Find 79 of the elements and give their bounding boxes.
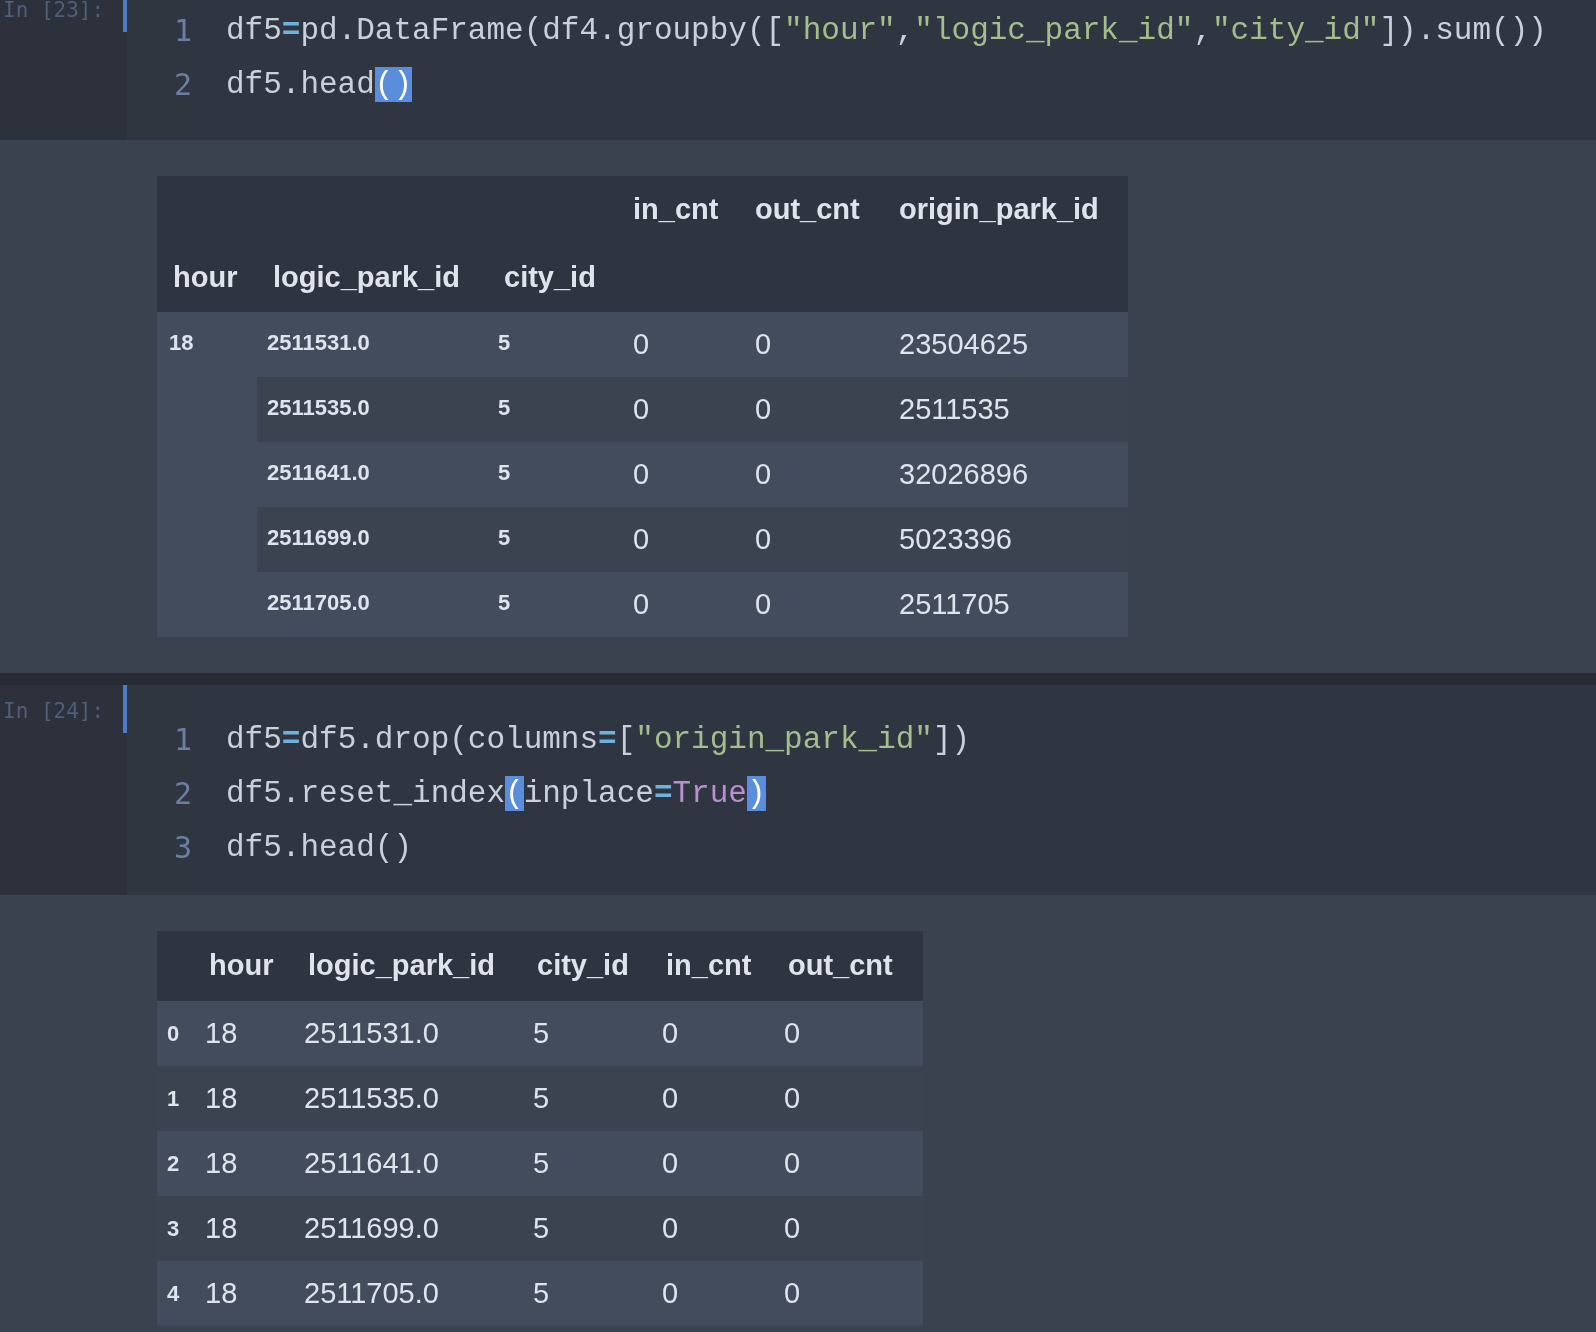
table-cell: 0 [617, 572, 739, 637]
index-cell: 2511535.0 [257, 377, 488, 442]
table-cell: 23504625 [883, 312, 1128, 377]
cell-prompt: In [24]: [2, 699, 105, 725]
index-cell: 3 [157, 1196, 197, 1261]
table-cell: 0 [739, 312, 883, 377]
table-cell: 0 [617, 312, 739, 377]
table-cell: 0 [776, 1196, 923, 1261]
table-cell: 32026896 [883, 442, 1128, 507]
column-header: city_id [525, 931, 654, 1001]
column-header: out_cnt [776, 931, 923, 1001]
cell-prompt: In [23]: [2, 0, 105, 24]
table-cell: 0 [617, 507, 739, 572]
line-number: 1 [173, 721, 192, 759]
table-cell: 2511699.0 [296, 1196, 525, 1261]
index-header: logic_park_id [257, 244, 488, 312]
table-cell: 0 [776, 1066, 923, 1131]
table-cell: 0 [617, 377, 739, 442]
column-header: logic_park_id [296, 931, 525, 1001]
index-cell: 5 [488, 507, 617, 572]
column-header: in_cnt [617, 176, 739, 244]
table-cell: 0 [739, 572, 883, 637]
column-header: hour [197, 931, 296, 1001]
index-cell: 5 [488, 377, 617, 442]
table-cell: 2511531.0 [296, 1001, 525, 1066]
line-number: 1 [173, 12, 192, 50]
index-cell: 2511641.0 [257, 442, 488, 507]
table-cell: 18 [197, 1066, 296, 1131]
table-cell: 2511705 [883, 572, 1128, 637]
table-cell: 5 [525, 1001, 654, 1066]
table-cell: 18 [197, 1001, 296, 1066]
table-cell: 0 [654, 1001, 776, 1066]
table-cell: 0 [776, 1001, 923, 1066]
table-cell: 0 [776, 1131, 923, 1196]
line-number: 2 [173, 775, 192, 813]
table-cell: 5 [525, 1261, 654, 1326]
index-cell: 2511699.0 [257, 507, 488, 572]
table-cell: 2511535.0 [296, 1066, 525, 1131]
table-cell: 0 [739, 442, 883, 507]
table-cell: 2511641.0 [296, 1131, 525, 1196]
index-cell: 5 [488, 442, 617, 507]
index-cell: 5 [488, 312, 617, 377]
code-line: df5=df5.drop(columns=["origin_park_id"]) [226, 721, 971, 759]
table-cell: 0 [654, 1066, 776, 1131]
column-header: out_cnt [739, 176, 883, 244]
index-cell: 5 [488, 572, 617, 637]
table-cell: 0 [654, 1261, 776, 1326]
table-cell: 0 [739, 507, 883, 572]
table-cell: 5 [525, 1131, 654, 1196]
line-number: 3 [173, 829, 192, 867]
index-cell: 4 [157, 1261, 197, 1326]
index-cell: 2 [157, 1131, 197, 1196]
index-cell: 1 [157, 1066, 197, 1131]
code-line: df5.head() [226, 66, 413, 104]
index-cell: 2511531.0 [257, 312, 488, 377]
table-cell: 2511705.0 [296, 1261, 525, 1326]
table-cell: 2511535 [883, 377, 1128, 442]
table-cell: 0 [617, 442, 739, 507]
table-cell: 0 [739, 377, 883, 442]
index-header: city_id [488, 244, 617, 312]
index-cell: 2511705.0 [257, 572, 488, 637]
table-cell: 0 [654, 1131, 776, 1196]
table-cell: 5 [525, 1196, 654, 1261]
index-cell: 0 [157, 1001, 197, 1066]
column-header: in_cnt [654, 931, 776, 1001]
code-line: df5.head() [226, 829, 413, 867]
column-header: origin_park_id [883, 176, 1128, 244]
table-cell: 0 [654, 1196, 776, 1261]
code-line: df5.reset_index(inplace=True) [226, 775, 766, 813]
code-line: df5=pd.DataFrame(df4.groupby(["hour","logic_park_id","city_id"]).sum()) [226, 12, 1547, 50]
table-cell: 18 [197, 1131, 296, 1196]
table-cell: 5023396 [883, 507, 1128, 572]
table-cell: 0 [776, 1261, 923, 1326]
table-cell: 5 [525, 1066, 654, 1131]
index-cell: 18 [157, 312, 257, 637]
table-cell: 18 [197, 1261, 296, 1326]
line-number: 2 [173, 66, 192, 104]
index-header: hour [157, 244, 257, 312]
table-cell: 18 [197, 1196, 296, 1261]
